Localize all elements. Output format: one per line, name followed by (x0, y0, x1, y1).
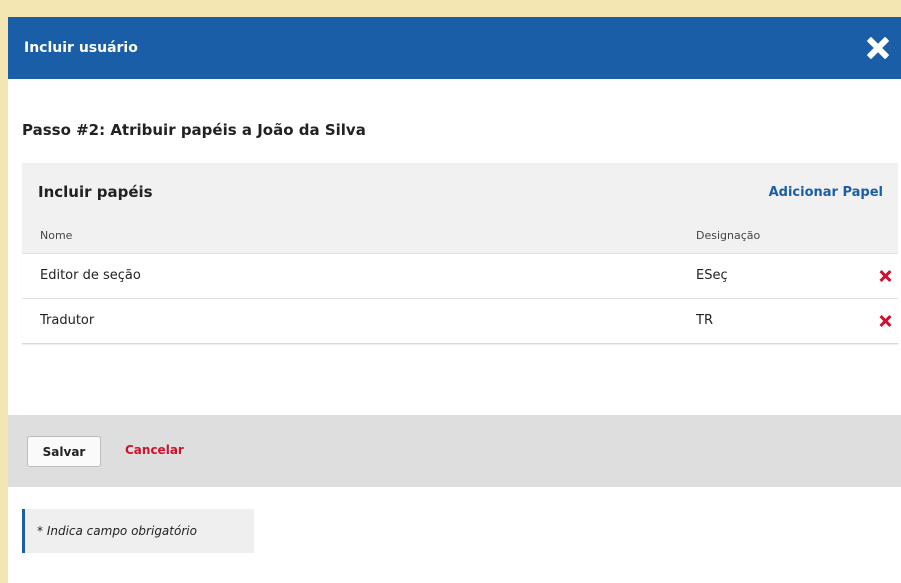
save-button[interactable]: Salvar (27, 436, 101, 467)
cancel-link[interactable]: Cancelar (125, 443, 184, 457)
delete-icon[interactable] (880, 315, 892, 327)
role-name: Tradutor (40, 313, 95, 328)
add-user-modal: Incluir usuário Passo #2: Atribuir papéi… (8, 17, 901, 583)
modal-title: Incluir usuário (24, 40, 138, 56)
role-name: Editor de seção (40, 268, 141, 283)
table-header: Nome Designação (22, 221, 898, 253)
role-abbreviation: ESeç (696, 268, 728, 283)
roles-panel-title: Incluir papéis (38, 183, 153, 201)
modal-header: Incluir usuário (8, 17, 901, 79)
role-abbreviation: TR (696, 313, 713, 328)
column-header-name: Nome (40, 229, 73, 242)
roles-panel-header: Incluir papéis Adicionar Papel (22, 163, 898, 221)
table-row: Editor de seção ESeç (22, 253, 898, 298)
roles-panel: Incluir papéis Adicionar Papel Nome Desi… (22, 163, 898, 344)
add-role-link[interactable]: Adicionar Papel (769, 185, 883, 200)
delete-icon[interactable] (880, 270, 892, 282)
close-icon[interactable] (867, 37, 889, 59)
required-note-text: * Indica campo obrigatório (37, 524, 197, 538)
table-row: Tradutor TR (22, 298, 898, 343)
step-title: Passo #2: Atribuir papéis a João da Silv… (22, 121, 366, 139)
required-note: * Indica campo obrigatório (22, 509, 254, 553)
form-footer: Salvar Cancelar (8, 415, 901, 487)
column-header-abbreviation: Designação (696, 229, 761, 242)
